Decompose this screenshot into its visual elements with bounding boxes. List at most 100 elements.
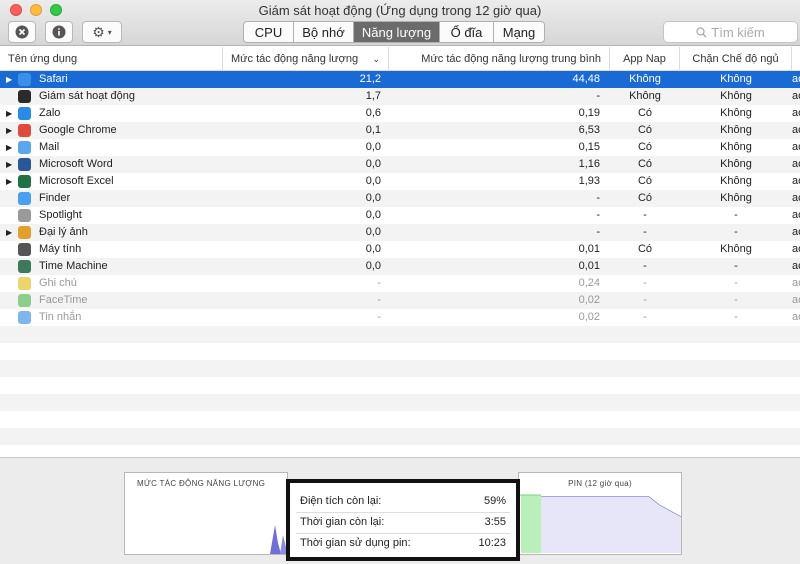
energy-impact-value: 21,2 — [359, 73, 381, 85]
energy-impact-value: 0,0 — [365, 260, 381, 272]
table-row[interactable]: ▶ Đại lý ảnh 0,0 - - - ac — [0, 224, 800, 241]
avg-energy-impact-value: 0,02 — [578, 311, 600, 323]
energy-impact-graph — [270, 525, 288, 554]
search-icon — [696, 26, 707, 37]
expand-triangle-icon[interactable]: ▶ — [6, 224, 12, 241]
table-row[interactable]: ▶ Microsoft Excel 0,0 1,93 Có Không ac — [0, 173, 800, 190]
prevent-sleep-value: Không — [720, 192, 752, 204]
app-nap-value: Có — [637, 158, 653, 170]
tab-cpu[interactable]: CPU — [244, 22, 294, 42]
app-icon — [18, 124, 31, 137]
chevron-down-icon: ▾ — [107, 27, 112, 37]
tab-disk[interactable]: Ổ đĩa — [440, 22, 494, 42]
empty-row — [0, 394, 800, 411]
stat-time-remaining: Thời gian còn lại: 3:55 — [300, 514, 506, 530]
divider — [296, 533, 510, 534]
table-row[interactable]: Giám sát hoạt động 1,7 - Không Không ac — [0, 88, 800, 105]
avg-energy-impact-value: 6,53 — [578, 124, 600, 136]
extra-value: ac — [792, 90, 800, 102]
prevent-sleep-value: Không — [720, 73, 752, 85]
energy-impact-value: - — [377, 311, 381, 323]
prevent-sleep-value: - — [734, 226, 738, 238]
expand-triangle-icon[interactable]: ▶ — [6, 139, 12, 156]
app-icon — [18, 226, 31, 239]
expand-triangle-icon[interactable]: ▶ — [6, 122, 12, 139]
table-row[interactable]: Spotlight 0,0 - - - ac — [0, 207, 800, 224]
tab-bar: CPU Bộ nhớ Năng lượng Ổ đĩa Mạng — [243, 21, 545, 43]
app-name: Spotlight — [39, 209, 82, 221]
expand-triangle-icon[interactable]: ▶ — [6, 71, 12, 88]
app-nap-value: - — [643, 209, 647, 221]
search-field[interactable]: Tìm kiếm — [663, 21, 798, 43]
stat-time-remaining-label: Thời gian còn lại: — [300, 516, 385, 528]
app-nap-value: - — [643, 277, 647, 289]
activity-monitor-window: Giám sát hoạt động (Ứng dụng trong 12 gi… — [0, 0, 800, 564]
energy-impact-value: 0,6 — [365, 107, 381, 119]
stat-time-on-battery-label: Thời gian sử dụng pin: — [300, 537, 411, 549]
prevent-sleep-value: Không — [720, 90, 752, 102]
prevent-sleep-value: Không — [720, 175, 752, 187]
table-row[interactable]: Ghi chú - 0,24 - - ac — [0, 275, 800, 292]
table-row[interactable]: Time Machine 0,0 0,01 - - ac — [0, 258, 800, 275]
table-row[interactable]: Tin nhắn - 0,02 - - ac — [0, 309, 800, 326]
expand-triangle-icon[interactable]: ▶ — [6, 105, 12, 122]
info-icon — [52, 25, 66, 39]
gear-icon: ⚙ — [92, 23, 105, 40]
prevent-sleep-value: - — [734, 277, 738, 289]
column-prevent-sleep[interactable]: Chặn Chế độ ngủ — [680, 47, 792, 71]
table-row[interactable]: Máy tính 0,0 0,01 Có Không ac — [0, 241, 800, 258]
table-row[interactable]: ▶ Safari 21,2 44,48 Không Không ac — [0, 71, 800, 88]
prevent-sleep-value: - — [734, 311, 738, 323]
app-name: Finder — [39, 192, 71, 204]
app-name: Ghi chú — [39, 277, 77, 289]
tab-network[interactable]: Mạng — [494, 22, 544, 42]
app-nap-value: Có — [637, 175, 653, 187]
table-row[interactable]: ▶ Microsoft Word 0,0 1,16 Có Không ac — [0, 156, 800, 173]
expand-triangle-icon[interactable]: ▶ — [6, 173, 12, 190]
avg-energy-impact-value: 0,02 — [578, 294, 600, 306]
extra-value: ac — [792, 73, 800, 85]
table-row[interactable]: FaceTime - 0,02 - - ac — [0, 292, 800, 309]
extra-value: ac — [792, 107, 800, 119]
app-nap-value: Không — [629, 73, 661, 85]
tab-memory[interactable]: Bộ nhớ — [294, 22, 354, 42]
tab-energy[interactable]: Năng lượng — [354, 22, 440, 42]
column-app-name[interactable]: Tên ứng dụng — [0, 47, 223, 71]
battery-panel: PIN (12 giờ qua) — [518, 472, 682, 555]
column-avg-energy-impact[interactable]: Mức tác động năng lượng trung bình — [389, 47, 610, 71]
stat-charge-label: Điện tích còn lại: — [300, 495, 382, 507]
extra-value: ac — [792, 294, 800, 306]
app-icon — [18, 243, 31, 256]
extra-value: ac — [792, 175, 800, 187]
action-menu-button[interactable]: ⚙ ▾ — [82, 21, 122, 43]
table-row[interactable]: ▶ Mail 0,0 0,15 Có Không ac — [0, 139, 800, 156]
table-row[interactable]: ▶ Zalo 0,6 0,19 Có Không ac — [0, 105, 800, 122]
extra-value: ac — [792, 141, 800, 153]
app-name: Safari — [39, 73, 68, 85]
empty-row — [0, 360, 800, 377]
avg-energy-impact-value: 44,48 — [572, 73, 600, 85]
app-nap-value: Có — [637, 243, 653, 255]
close-icon — [15, 25, 29, 39]
column-extra[interactable] — [792, 47, 800, 71]
prevent-sleep-value: Không — [720, 124, 752, 136]
sort-descending-icon: ⌄ — [372, 53, 380, 64]
app-icon — [18, 141, 31, 154]
stop-process-button[interactable] — [8, 21, 36, 43]
column-energy-impact[interactable]: Mức tác động năng lượng ⌄ — [223, 47, 389, 71]
extra-value: ac — [792, 260, 800, 272]
column-app-nap[interactable]: App Nap — [610, 47, 680, 71]
energy-impact-value: 0,0 — [365, 209, 381, 221]
empty-row — [0, 428, 800, 445]
app-name: Tin nhắn — [39, 311, 82, 323]
app-nap-value: - — [643, 294, 647, 306]
prevent-sleep-value: Không — [720, 158, 752, 170]
expand-triangle-icon[interactable]: ▶ — [6, 156, 12, 173]
extra-value: ac — [792, 243, 800, 255]
inspect-button[interactable] — [45, 21, 73, 43]
table-row[interactable]: ▶ Google Chrome 0,1 6,53 Có Không ac — [0, 122, 800, 139]
table-row[interactable]: Finder 0,0 - Có Không ac — [0, 190, 800, 207]
app-icon — [18, 175, 31, 188]
app-name: Zalo — [39, 107, 61, 119]
app-icon — [18, 192, 31, 205]
